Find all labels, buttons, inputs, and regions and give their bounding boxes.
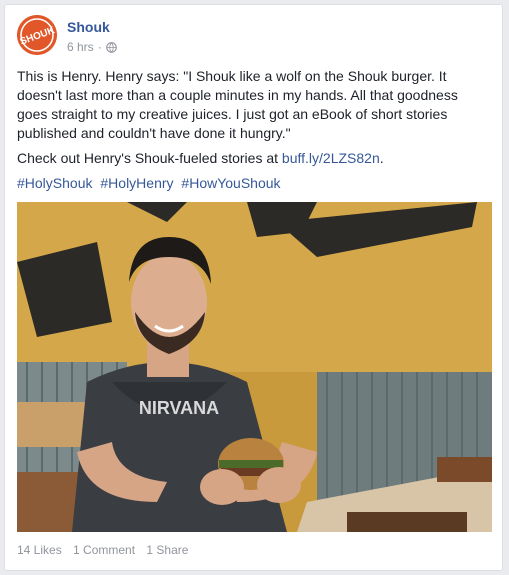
shirt-text: NIRVANA <box>139 398 219 418</box>
post-card: SHOUK Shouk 6 hrs · This is Henry. Henry… <box>4 4 503 571</box>
post-timestamp[interactable]: 6 hrs <box>67 40 94 54</box>
paragraph-2-end: . <box>379 150 384 166</box>
shortlink[interactable]: buff.ly/2LZS82n <box>282 150 380 166</box>
post-meta: 6 hrs · <box>67 40 117 54</box>
hashtag-holyhenry[interactable]: #HolyHenry <box>100 175 173 191</box>
comments-count[interactable]: 1 Comment <box>73 543 135 557</box>
post-photo[interactable]: NIRVANA <box>17 202 492 532</box>
likes-count[interactable]: 14 Likes <box>17 543 62 557</box>
hashtag-list: #HolyShouk #HolyHenry #HowYouShouk <box>17 174 492 193</box>
meta-separator: · <box>97 40 102 54</box>
engagement-bar: 14 Likes 1 Comment 1 Share <box>17 543 196 557</box>
hashtag-howyoushouk[interactable]: #HowYouShouk <box>181 175 280 191</box>
shouk-logo: SHOUK <box>17 15 57 55</box>
shares-count[interactable]: 1 Share <box>146 543 188 557</box>
post-paragraph-2: Check out Henry's Shouk-fueled stories a… <box>17 149 492 168</box>
photo-illustration: NIRVANA <box>17 202 492 532</box>
page-name-link[interactable]: Shouk <box>67 19 110 35</box>
paragraph-2-text: Check out Henry's Shouk-fueled stories a… <box>17 150 282 166</box>
avatar[interactable]: SHOUK <box>17 15 57 55</box>
post-text: This is Henry. Henry says: "I Shouk like… <box>17 67 492 199</box>
globe-icon[interactable] <box>105 41 117 53</box>
post-paragraph-1: This is Henry. Henry says: "I Shouk like… <box>17 68 458 141</box>
hashtag-holyshouk[interactable]: #HolyShouk <box>17 175 93 191</box>
